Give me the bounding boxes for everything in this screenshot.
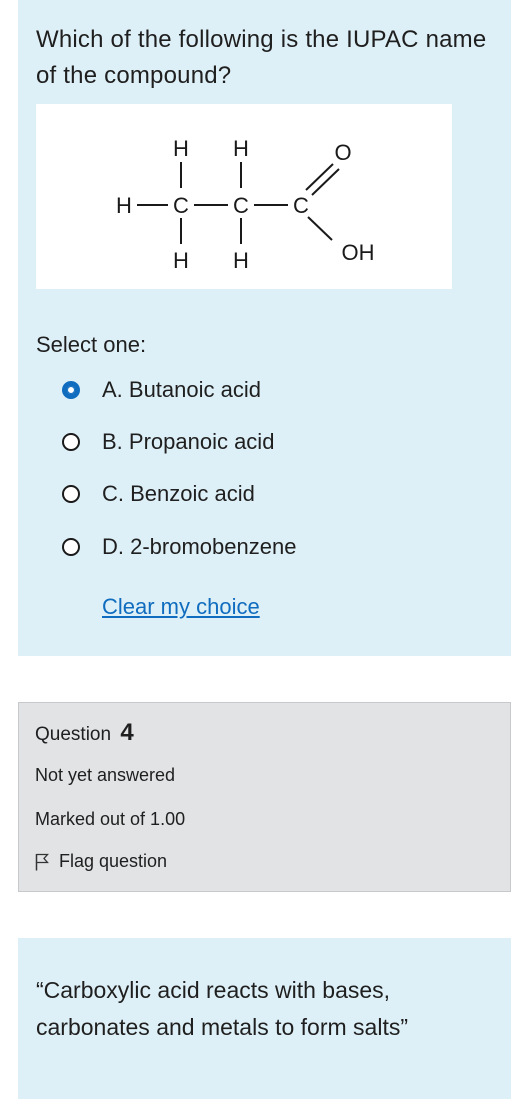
flag-question-label[interactable]: Flag question — [59, 851, 167, 872]
atom-o: O — [334, 140, 351, 165]
option-d[interactable]: D. 2-bromobenzene — [62, 531, 296, 563]
structure-image: H H H C C C H H O OH — [36, 104, 452, 289]
atom-h-top-2: H — [233, 136, 249, 161]
option-b[interactable]: B. Propanoic acid — [62, 426, 274, 458]
radio-button[interactable] — [62, 433, 80, 451]
structural-formula: H H H C C C H H O OH — [116, 136, 375, 273]
option-c[interactable]: C. Benzoic acid — [62, 478, 255, 510]
question-number-value: 4 — [120, 719, 134, 746]
radio-button[interactable] — [62, 538, 80, 556]
option-a-label[interactable]: A. Butanoic acid — [102, 377, 261, 403]
option-a[interactable]: A. Butanoic acid — [62, 374, 261, 406]
description-text: “Carboxylic acid reacts with bases, carb… — [36, 977, 408, 1040]
option-c-label[interactable]: C. Benzoic acid — [102, 481, 255, 507]
flag-question-button[interactable]: Flag question — [35, 851, 167, 872]
atom-c-1: C — [173, 193, 189, 218]
question-text: Which of the following is the IUPAC name… — [36, 26, 487, 89]
answer-status: Not yet answered — [35, 765, 176, 785]
clear-choice-link[interactable]: Clear my choice — [102, 594, 260, 620]
radio-button[interactable] — [62, 485, 80, 503]
atom-h-bottom-2: H — [233, 248, 249, 273]
radio-button-selected[interactable] — [62, 381, 80, 399]
atom-h-bottom-1: H — [173, 248, 189, 273]
question-word: Question — [35, 724, 112, 745]
flag-icon — [35, 853, 49, 870]
atom-h-top-1: H — [173, 136, 189, 161]
atom-oh: OH — [342, 240, 375, 265]
option-d-label[interactable]: D. 2-bromobenzene — [102, 534, 296, 560]
question-info-box: Question 4 Not yet answered Marked out o… — [18, 702, 511, 892]
option-b-label[interactable]: B. Propanoic acid — [102, 429, 274, 455]
atom-c-3: C — [293, 193, 309, 218]
atom-c-2: C — [233, 193, 249, 218]
marks-info: Marked out of 1.00 — [35, 809, 186, 829]
select-one-label: Select one: — [36, 332, 147, 357]
atom-h-left: H — [116, 193, 132, 218]
question-number: Question 4 — [35, 719, 134, 747]
